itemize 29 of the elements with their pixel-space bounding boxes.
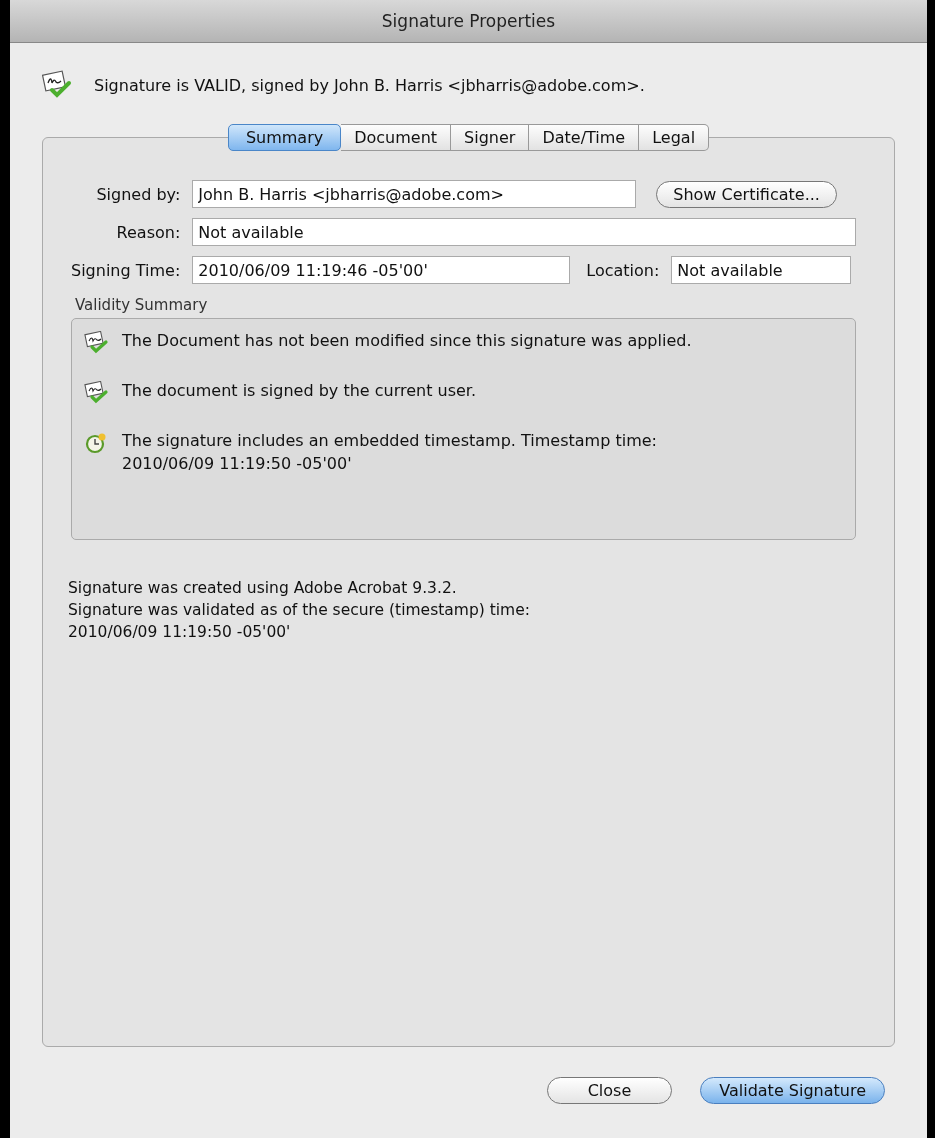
- tab[interactable]: Legal: [639, 124, 710, 151]
- window-title: Signature Properties: [381, 11, 556, 31]
- signing-time-field[interactable]: 2010/06/09 11:19:46 -05'00': [192, 256, 571, 284]
- signature-check-icon: [84, 331, 110, 355]
- location-field[interactable]: Not available: [671, 256, 852, 284]
- validity-text: The Document has not been modified since this signature was applied.: [122, 331, 692, 351]
- signature-check-icon: [42, 70, 72, 100]
- show-certificate-button[interactable]: Show Certificate...: [656, 180, 837, 208]
- dialog-button[interactable]: Close: [546, 1077, 673, 1104]
- field-label: Signed by:: [95, 184, 181, 204]
- section-title: Validity Summary: [75, 296, 209, 314]
- signed-by-field[interactable]: John B. Harris <jbharris@adobe.com>: [192, 180, 637, 208]
- validity-text: 2010/06/09 11:19:50 -05'00': [122, 454, 353, 474]
- tab[interactable]: Date/Time: [529, 124, 640, 151]
- validity-text: The document is signed by the current user.: [122, 381, 477, 401]
- info-text: Signature was validated as of the secure (timestamp) time:: [68, 600, 531, 620]
- dialog-button[interactable]: Validate Signature: [700, 1077, 885, 1104]
- reason-field[interactable]: Not available: [192, 218, 856, 246]
- info-text: 2010/06/09 11:19:50 -05'00': [68, 622, 292, 642]
- tab[interactable]: Summary: [227, 124, 342, 151]
- field-label: Reason:: [115, 222, 181, 242]
- field-label: Location:: [586, 260, 660, 280]
- info-text: Signature was created using Adobe Acrobat 9.3.2.: [68, 578, 458, 598]
- tab[interactable]: Signer: [451, 124, 530, 151]
- signature-check-icon: [84, 381, 110, 405]
- validity-text: The signature includes an embedded timestamp. Timestamp time:: [122, 431, 657, 451]
- field-label: Signing Time:: [71, 260, 181, 280]
- tab[interactable]: Document: [341, 124, 452, 151]
- status-message: Signature is VALID, signed by John B. Harris <jbharris@adobe.com>.: [94, 75, 645, 95]
